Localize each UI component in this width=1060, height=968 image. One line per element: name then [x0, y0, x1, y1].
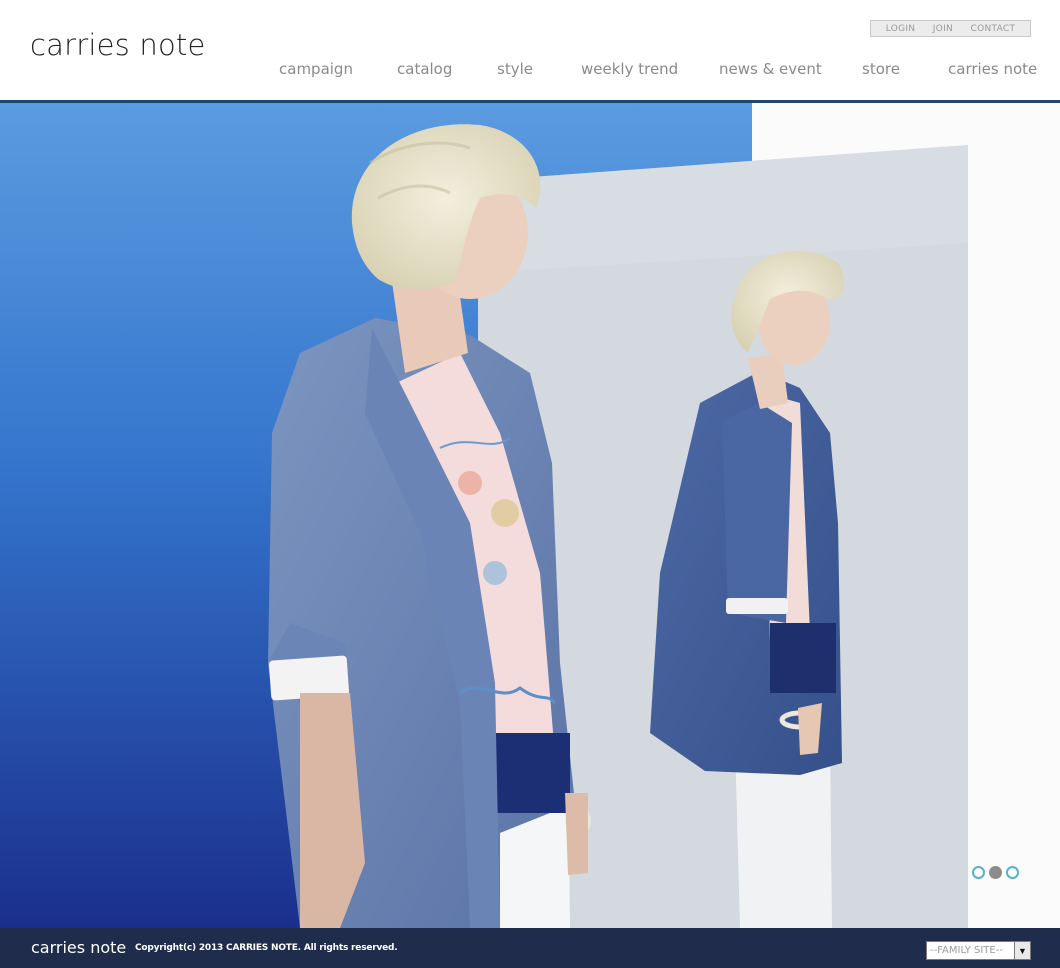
copyright-text: Copyright(c) 2013 CARRIES NOTE. All righ… — [135, 943, 398, 953]
family-site-select[interactable]: --FAMILY SITE-- ▼ — [926, 941, 1031, 960]
footer-logo: carries note — [31, 938, 127, 957]
site-header: carries note LOGIN JOIN CONTACT campaign… — [0, 0, 1060, 100]
slide-indicators — [972, 866, 1019, 879]
slide-dot-2[interactable] — [989, 866, 1002, 879]
nav-style[interactable]: style — [497, 60, 533, 78]
slide-dot-1[interactable] — [972, 866, 985, 879]
nav-campaign[interactable]: campaign — [279, 60, 353, 78]
nav-news-event[interactable]: news & event — [719, 60, 822, 78]
hero-banner[interactable] — [0, 103, 1060, 928]
campaign-photo — [0, 103, 1060, 928]
family-site-value: --FAMILY SITE-- — [930, 945, 1003, 956]
nav-store[interactable]: store — [862, 60, 900, 78]
main-nav: campaign catalog style weekly trend news… — [0, 60, 1060, 80]
dropdown-arrow-icon[interactable]: ▼ — [1014, 942, 1030, 959]
contact-link[interactable]: CONTACT — [970, 24, 1015, 34]
nav-carries-note[interactable]: carries note — [948, 60, 1037, 78]
login-link[interactable]: LOGIN — [886, 24, 916, 34]
nav-weekly-trend[interactable]: weekly trend — [581, 60, 678, 78]
utility-links: LOGIN JOIN CONTACT — [870, 20, 1031, 37]
site-footer: carries note Copyright(c) 2013 CARRIES N… — [0, 928, 1060, 968]
slide-dot-3[interactable] — [1006, 866, 1019, 879]
nav-catalog[interactable]: catalog — [397, 60, 452, 78]
site-logo[interactable]: carries note — [30, 28, 206, 62]
join-link[interactable]: JOIN — [933, 24, 953, 34]
